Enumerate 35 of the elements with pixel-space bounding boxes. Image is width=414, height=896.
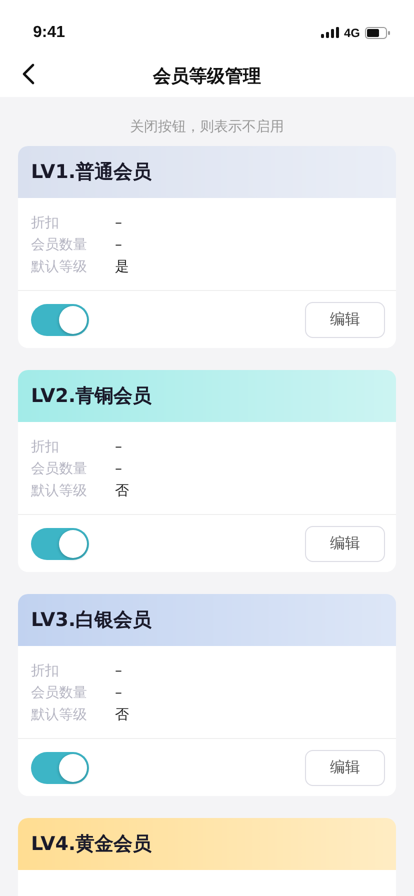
edit-button[interactable]: 编辑 [305,750,385,786]
level-title: LV4.黄金会员 [31,832,152,857]
status-time: 9:41 [33,24,66,42]
field-value: – [115,438,122,457]
field-label: 折扣 [31,214,60,233]
field-value: – [115,214,122,233]
toggle-switch[interactable] [31,528,89,560]
field-value: – [115,236,122,255]
signal-icon [320,27,339,38]
field-value: – [115,460,122,479]
toggle-switch[interactable] [31,752,89,784]
field-label: 折扣 [31,438,60,457]
level-title: LV2.青铜会员 [31,384,152,409]
field-value: 是 [115,258,129,277]
field-value: – [115,684,122,703]
network-label: 4G [344,26,360,40]
field-label: 默认等级 [31,258,88,277]
page-title: 会员等级管理 [153,65,261,88]
edit-button[interactable]: 编辑 [305,302,385,338]
toggle-switch[interactable] [31,304,89,336]
field-label: 默认等级 [31,482,88,501]
hint-text: 关闭按钮，则表示不启用 [129,118,285,137]
field-value: – [115,662,122,681]
field-label: 会员数量 [31,460,88,479]
field-value: 否 [115,706,129,725]
edit-button[interactable]: 编辑 [305,526,385,562]
level-title: LV3.白银会员 [31,608,152,633]
field-label: 会员数量 [31,236,88,255]
field-label: 折扣 [31,662,60,681]
back-icon[interactable] [21,63,35,85]
level-title: LV1.普通会员 [31,160,152,185]
field-label: 会员数量 [31,684,88,703]
field-value: 否 [115,482,129,501]
field-label: 默认等级 [31,706,88,725]
battery-icon [365,26,390,38]
